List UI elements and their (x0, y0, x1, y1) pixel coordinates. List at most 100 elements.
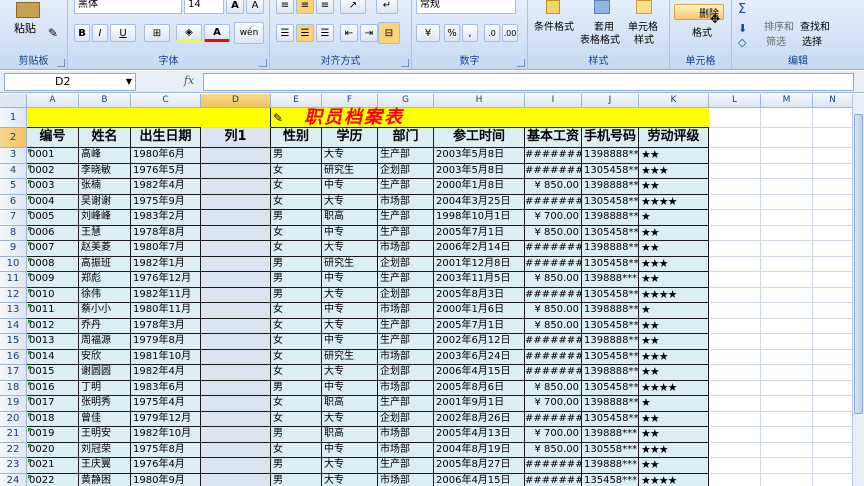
table-cell[interactable]: 1982年1月 (131, 256, 201, 272)
table-cell[interactable]: 1398888***4 (582, 365, 639, 381)
table-cell[interactable]: 乔丹 (79, 318, 131, 334)
table-cell[interactable]: 企划部 (378, 411, 434, 427)
table-cell[interactable]: 女 (271, 396, 322, 412)
empty-cell[interactable] (761, 163, 813, 179)
table-cell[interactable]: 1976年12月 (131, 272, 201, 288)
table-cell[interactable]: 1305458***4 (582, 256, 639, 272)
table-cell[interactable]: 市场部 (378, 194, 434, 210)
empty-cell[interactable] (813, 148, 853, 164)
table-cell[interactable]: 职高 (322, 210, 378, 226)
table-cell[interactable] (201, 349, 271, 365)
table-cell[interactable]: ★★★★ (639, 287, 709, 303)
empty-cell[interactable] (709, 442, 761, 458)
table-cell[interactable]: 赵美菱 (79, 241, 131, 257)
table-cell[interactable]: 生产部 (378, 334, 434, 350)
row-header[interactable]: 22 (0, 442, 27, 458)
cell-style-button-2[interactable]: 样式 (634, 31, 654, 46)
table-cell[interactable]: ★★★★ (639, 380, 709, 396)
table-cell[interactable]: ★★ (639, 179, 709, 195)
table-cell[interactable] (201, 225, 271, 241)
table-cell[interactable]: ######## (525, 458, 582, 474)
table-cell[interactable]: ¥ 850.00 (525, 179, 582, 195)
table-cell[interactable]: ★★ (639, 458, 709, 474)
border-button[interactable]: ⊞ (144, 24, 170, 42)
empty-cell[interactable] (761, 194, 813, 210)
table-cell[interactable]: 0015 (27, 365, 79, 381)
column-header[interactable]: A (27, 94, 79, 108)
table-cell[interactable]: 1305458***5 (582, 287, 639, 303)
table-cell[interactable]: ★★★ (639, 163, 709, 179)
empty-cell[interactable] (761, 303, 813, 319)
table-cell[interactable]: 大专 (322, 287, 378, 303)
orientation-button[interactable]: ↗ (340, 0, 366, 14)
number-launcher-icon[interactable] (517, 59, 525, 67)
clipboard-launcher-icon[interactable] (57, 59, 65, 67)
row-header[interactable]: 12 (0, 287, 27, 303)
vertical-scrollbar[interactable] (852, 94, 864, 486)
table-cell[interactable] (201, 334, 271, 350)
table-cell[interactable]: 2001年12月8日 (434, 256, 525, 272)
table-cell[interactable] (201, 365, 271, 381)
table-header[interactable]: 基本工资 (525, 128, 582, 148)
empty-cell[interactable] (813, 210, 853, 226)
table-cell[interactable]: 女 (271, 303, 322, 319)
currency-button[interactable]: ¥ (416, 24, 440, 42)
table-cell[interactable]: ######## (525, 241, 582, 257)
conditional-format-icon[interactable] (546, 0, 560, 14)
table-cell[interactable]: 0012 (27, 318, 79, 334)
empty-cell[interactable] (709, 365, 761, 381)
empty-cell[interactable] (813, 256, 853, 272)
empty-cell[interactable] (709, 318, 761, 334)
table-cell[interactable]: 曾佳 (79, 411, 131, 427)
empty-cell[interactable] (709, 241, 761, 257)
table-cell[interactable]: 2003年11月5日 (434, 272, 525, 288)
table-cell[interactable] (201, 411, 271, 427)
column-header[interactable]: I (525, 94, 582, 108)
table-cell[interactable]: 中专 (322, 225, 378, 241)
empty-cell[interactable] (761, 241, 813, 257)
empty-cell[interactable] (761, 334, 813, 350)
column-header[interactable]: G (378, 94, 434, 108)
empty-cell[interactable] (813, 458, 853, 474)
table-cell[interactable]: 2004年3月25日 (434, 194, 525, 210)
table-cell[interactable]: ######## (525, 194, 582, 210)
empty-cell[interactable] (813, 411, 853, 427)
table-cell[interactable]: 吴谢谢 (79, 194, 131, 210)
column-header[interactable]: L (709, 94, 761, 108)
align-left-button[interactable]: ☰ (276, 24, 294, 42)
table-cell[interactable]: 女 (271, 225, 322, 241)
empty-cell[interactable] (709, 194, 761, 210)
number-format-select[interactable]: 常规 (416, 0, 516, 14)
table-cell[interactable]: 蔡小小 (79, 303, 131, 319)
scroll-thumb[interactable] (854, 114, 863, 414)
formula-input[interactable] (203, 73, 854, 91)
empty-cell[interactable] (709, 349, 761, 365)
empty-cell[interactable] (813, 442, 853, 458)
merge-center-button[interactable]: ⊟ (378, 22, 400, 44)
table-cell[interactable]: ¥ 700.00 (525, 396, 582, 412)
table-cell[interactable]: 大专 (322, 318, 378, 334)
table-cell[interactable]: 中专 (322, 179, 378, 195)
column-header[interactable]: E (271, 94, 322, 108)
table-cell[interactable]: 市场部 (378, 427, 434, 443)
table-cell[interactable]: 139888***11 (582, 272, 639, 288)
table-cell[interactable]: 刘冠荣 (79, 442, 131, 458)
empty-cell[interactable] (813, 194, 853, 210)
table-cell[interactable]: 1975年8月 (131, 442, 201, 458)
table-cell[interactable]: 中专 (322, 442, 378, 458)
table-cell[interactable] (201, 442, 271, 458)
table-cell[interactable]: 1398888***6 (582, 179, 639, 195)
table-cell[interactable]: 谢圆圆 (79, 365, 131, 381)
select-button[interactable]: 选择 (802, 33, 822, 48)
select-all-corner[interactable] (0, 94, 27, 108)
table-cell[interactable]: 0013 (27, 334, 79, 350)
table-cell[interactable]: 0007 (27, 241, 79, 257)
empty-cell[interactable] (709, 303, 761, 319)
empty-cell[interactable] (709, 396, 761, 412)
comma-button[interactable]: , (462, 24, 478, 42)
table-cell[interactable]: 2005年4月13日 (434, 427, 525, 443)
table-cell[interactable]: 企划部 (378, 287, 434, 303)
table-cell[interactable]: 0011 (27, 303, 79, 319)
table-cell[interactable]: 生产部 (378, 210, 434, 226)
empty-cell[interactable] (813, 225, 853, 241)
